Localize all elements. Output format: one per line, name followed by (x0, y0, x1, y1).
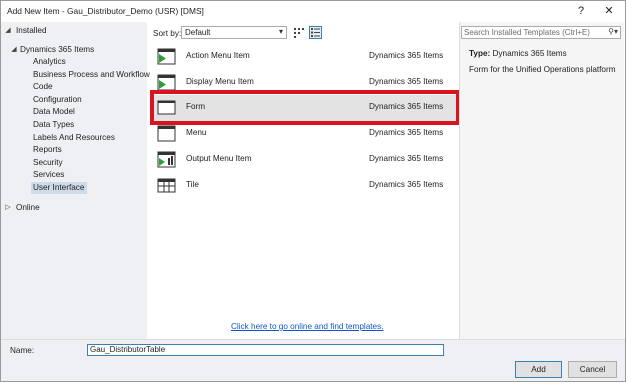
name-input[interactable]: Gau_DistributorTable (87, 344, 444, 356)
template-row-tile[interactable]: Tile Dynamics 365 Items (150, 173, 459, 199)
tile-icon (157, 177, 176, 194)
window-title: Add New Item - Gau_Distributor_Demo (USR… (7, 6, 204, 16)
tree-item-data-types[interactable]: Data Types (31, 119, 77, 131)
search-templates-input[interactable]: Search Installed Templates (Ctrl+E) ⚲▾ (461, 26, 621, 39)
template-category: Dynamics 365 Items (369, 154, 444, 163)
tree-item-labels-and-resources[interactable]: Labels And Resources (31, 132, 118, 144)
tree-item-reports[interactable]: Reports (31, 144, 65, 156)
template-category: Dynamics 365 Items (369, 77, 444, 86)
tree-item-configuration[interactable]: Configuration (31, 94, 85, 106)
help-button[interactable]: ? (572, 3, 590, 19)
tree-item-analytics[interactable]: Analytics (31, 56, 69, 68)
template-category: Dynamics 365 Items (369, 128, 444, 137)
tree-item-data-model[interactable]: Data Model (31, 106, 78, 118)
tree-item-services[interactable]: Services (31, 169, 67, 181)
list-view-icon (311, 28, 320, 37)
tree-item-security[interactable]: Security (31, 157, 66, 169)
add-button[interactable]: Add (515, 361, 562, 378)
cancel-button[interactable]: Cancel (568, 361, 617, 378)
template-name: Tile (186, 180, 199, 189)
tree-item-code[interactable]: Code (31, 81, 56, 93)
grid-view-icon (294, 28, 304, 38)
sort-by-value: Default (185, 28, 211, 37)
small-icons-view-button[interactable] (293, 26, 306, 39)
template-name: Action Menu Item (186, 51, 250, 60)
search-icon[interactable]: ⚲▾ (608, 27, 618, 36)
sort-by-label: Sort by: (153, 29, 182, 38)
expanded-arrow-icon[interactable]: ◢ (3, 25, 13, 37)
details-panel: Type: Dynamics 365 Items Form for the Un… (459, 22, 624, 339)
name-label: Name: (10, 346, 35, 355)
output-menu-item-icon (157, 151, 176, 168)
template-name: Output Menu Item (186, 154, 252, 163)
action-menu-item-icon (157, 48, 176, 65)
tree-item-business-process-and-workflow[interactable]: Business Process and Workflow (31, 69, 153, 81)
tree-item-online[interactable]: ▷ Online (1, 202, 147, 214)
tree-item-label: Dynamics 365 Items (20, 45, 95, 54)
chevron-down-icon: ▾ (278, 27, 283, 36)
type-label: Type: (469, 49, 491, 58)
template-name: Display Menu Item (186, 77, 254, 86)
template-name: Menu (186, 128, 207, 137)
close-button[interactable]: ✕ (600, 3, 618, 19)
display-menu-item-icon (157, 74, 176, 91)
form-highlight-box (150, 90, 460, 125)
tree-item-user-interface[interactable]: User Interface (31, 182, 88, 194)
tree-item-label: Online (16, 203, 40, 212)
search-placeholder: Search Installed Templates (Ctrl+E) (464, 28, 590, 37)
online-templates-link[interactable]: Click here to go online and find templat… (231, 322, 383, 331)
template-category: Dynamics 365 Items (369, 51, 444, 60)
template-row-action-menu-item[interactable]: Action Menu Item Dynamics 365 Items (150, 44, 459, 70)
template-row-output-menu-item[interactable]: Output Menu Item Dynamics 365 Items (150, 147, 459, 173)
template-category: Dynamics 365 Items (369, 180, 444, 189)
tree-item-label: Installed (16, 26, 47, 35)
type-value: Dynamics 365 Items (492, 49, 567, 58)
tree-item-installed[interactable]: ◢ Installed (1, 25, 147, 37)
list-view-button[interactable] (309, 26, 322, 39)
tree-item-dynamics-365[interactable]: ◢ Dynamics 365 Items (1, 44, 147, 56)
title-bar: Add New Item - Gau_Distributor_Demo (USR… (0, 0, 626, 22)
menu-icon (157, 125, 176, 142)
expanded-arrow-icon[interactable]: ◢ (9, 44, 19, 56)
collapsed-arrow-icon[interactable]: ▷ (3, 202, 13, 214)
sort-by-dropdown[interactable]: Default ▾ (181, 26, 287, 39)
template-description: Form for the Unified Operations platform (469, 65, 616, 74)
template-category-tree: ◢ Installed ◢ Dynamics 365 Items Analyti… (1, 22, 150, 339)
